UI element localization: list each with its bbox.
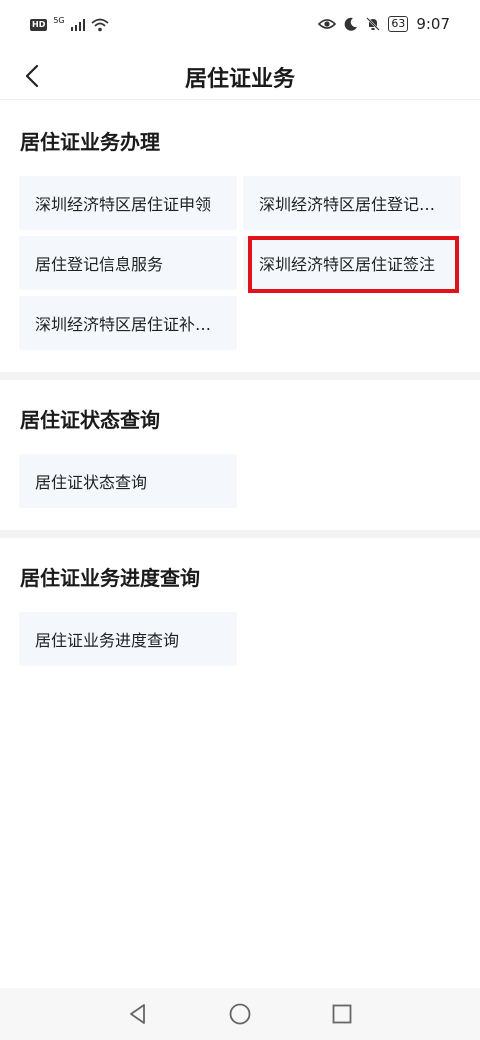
status-time: 9:07 [416,15,450,33]
tile-permit-application[interactable]: 深圳经济特区居住证申领 [19,176,237,230]
status-bar: HD 5G 63 9:07 [0,0,480,52]
tile-residence-registration[interactable]: 深圳经济特区居住登记… [243,176,461,230]
section-title: 居住证业务办理 [20,130,160,154]
tile-label: 深圳经济特区居住证申领 [35,195,212,214]
wifi-icon [91,18,109,32]
hd-badge: HD [30,19,48,31]
tile-business-progress-query[interactable]: 居住证业务进度查询 [19,612,237,666]
system-nav-bar [0,988,480,1040]
nav-header: 居住证业务 [0,52,480,100]
section-divider [0,530,480,538]
network-label: 5G [53,16,65,25]
highlight-box [248,236,459,293]
tile-permit-status-query[interactable]: 居住证状态查询 [19,454,237,508]
status-left: HD 5G [30,16,109,32]
section-business-progress-query: 居住证业务进度查询 居住证业务进度查询 [0,538,480,688]
tile-label: 居住证状态查询 [35,473,148,492]
recents-square-icon[interactable] [330,1002,354,1026]
section-title: 居住证业务进度查询 [20,566,200,590]
status-right: 63 9:07 [318,15,450,33]
section-title: 居住证状态查询 [20,408,160,432]
section-permit-status-query: 居住证状态查询 居住证状态查询 [0,380,480,530]
page-title: 居住证业务 [184,67,295,92]
back-triangle-icon[interactable] [126,1002,150,1026]
tile-label: 居住证业务进度查询 [35,631,180,650]
section-residence-permit-handling: 居住证业务办理 深圳经济特区居住证申领 深圳经济特区居住登记… 居住登记信息服务… [0,100,480,372]
tile-label: 深圳经济特区居住证补… [35,315,212,334]
section-divider [0,372,480,380]
tile-registration-info-service[interactable]: 居住登记信息服务 [19,236,237,290]
bell-muted-icon [366,17,381,31]
moon-icon [344,17,358,31]
battery-indicator: 63 [388,16,409,32]
signal-icon [70,19,85,31]
tile-permit-replacement[interactable]: 深圳经济特区居住证补… [19,296,237,350]
tile-label: 居住登记信息服务 [35,255,164,274]
home-circle-icon[interactable] [228,1002,252,1026]
tile-label: 深圳经济特区居住登记… [259,195,436,214]
eye-icon [318,19,337,29]
